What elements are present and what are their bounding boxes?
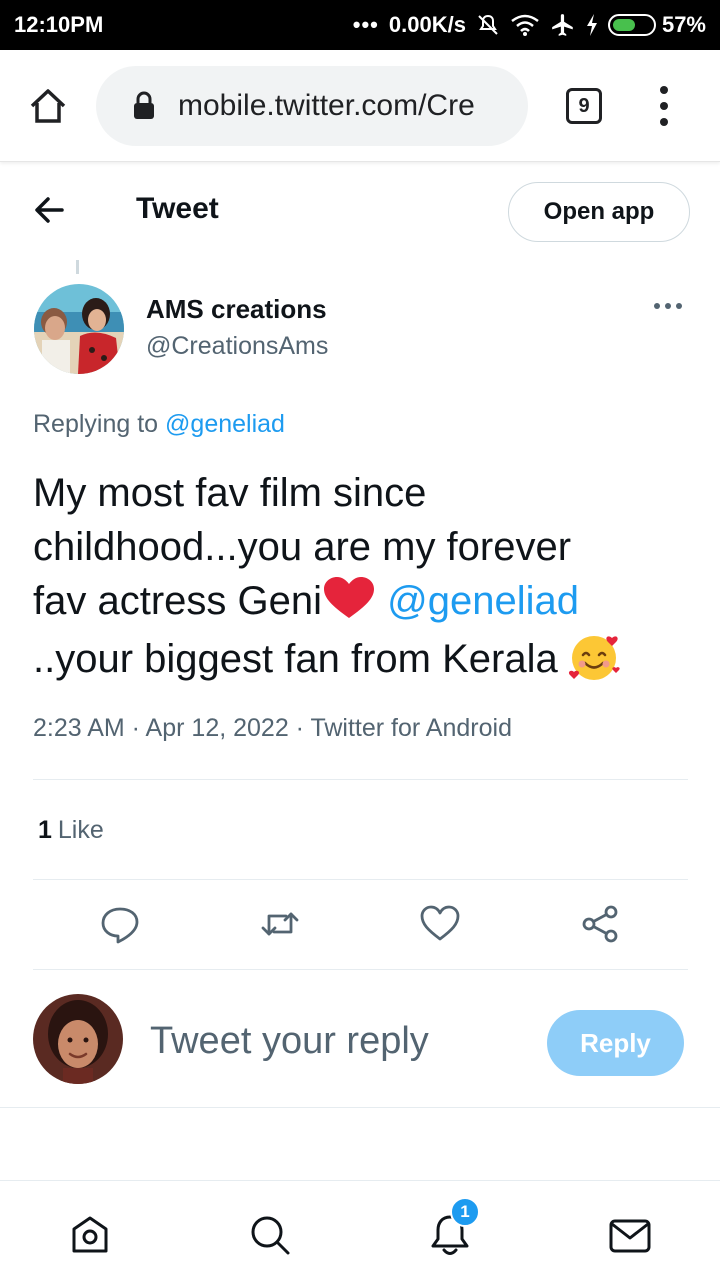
retweet-icon[interactable] [260, 904, 300, 944]
red-heart-emoji-icon [324, 577, 375, 618]
lock-icon [134, 91, 154, 119]
address-bar[interactable]: mobile.twitter.com/Cre [96, 66, 528, 146]
charging-icon [586, 14, 598, 36]
replying-mention-link[interactable]: @geneliad [165, 410, 285, 438]
status-right: ••• 0.00K/s 57% [353, 12, 706, 38]
mute-icon [476, 13, 500, 37]
airplane-icon [550, 12, 576, 38]
divider [33, 969, 688, 970]
dots-icon: ••• [352, 12, 379, 37]
divider [33, 879, 688, 880]
search-icon[interactable] [248, 1213, 292, 1257]
page-title: Tweet [136, 192, 219, 225]
smiling-face-with-hearts-emoji-icon [568, 636, 620, 680]
status-bar: 12:10PM ••• 0.00K/s 57% [0, 0, 720, 50]
wifi-icon [510, 13, 540, 37]
battery-percent: 57% [661, 12, 706, 37]
more-horizontal-icon[interactable] [654, 303, 682, 309]
tweet-text: My most fav film since childhood...you a… [33, 466, 693, 686]
battery-icon [607, 14, 656, 36]
author-name[interactable]: AMS creations [146, 294, 327, 325]
reply-icon[interactable] [100, 904, 140, 944]
tweet-text-line-4-text: ..your biggest fan from Kerala [33, 637, 558, 681]
home-icon[interactable] [28, 86, 68, 126]
battery-indicator: 57% [607, 12, 706, 38]
tweet-text-line-3: fav actress Geni @geneliad [33, 574, 693, 628]
url-text: mobile.twitter.com/Cre [178, 89, 475, 122]
network-speed: 0.00K/s [388, 12, 466, 37]
replying-prefix: Replying to [33, 410, 159, 438]
bottom-nav: 1 [0, 1180, 720, 1280]
home-icon[interactable] [68, 1213, 112, 1257]
tweet-header: Tweet Open app [0, 162, 720, 258]
more-vertical-icon[interactable] [654, 86, 674, 126]
status-time: 12:10PM [14, 12, 104, 37]
replying-to: Replying to @geneliad [33, 410, 285, 439]
thread-line [76, 260, 79, 274]
tweet-text-line-4: ..your biggest fan from Kerala [33, 628, 693, 686]
user-avatar[interactable] [33, 994, 123, 1084]
likes-count[interactable]: 1 Like [38, 816, 104, 845]
like-count-number: 1 [38, 816, 52, 844]
author-handle[interactable]: @CreationsAms [146, 332, 328, 361]
messages-icon[interactable] [608, 1213, 652, 1257]
notification-badge: 1 [450, 1197, 480, 1227]
browser-toolbar: mobile.twitter.com/Cre 9 [0, 50, 720, 162]
reply-input[interactable]: Tweet your reply [150, 1020, 429, 1063]
divider [33, 779, 688, 780]
author-avatar[interactable] [34, 284, 124, 374]
tweet-text-line-3-text: fav actress Geni [33, 579, 323, 623]
reply-button[interactable]: Reply [547, 1010, 684, 1076]
tweet-meta: 2:23 AM · Apr 12, 2022 · Twitter for And… [33, 714, 512, 742]
like-heart-icon[interactable] [420, 904, 460, 944]
tweet-mention-link[interactable]: @geneliad [387, 579, 579, 623]
divider [0, 1107, 720, 1108]
tweet-text-line-2: childhood...you are my forever [33, 525, 572, 569]
like-count-label: Like [57, 816, 104, 844]
tweet-text-line-1: My most fav film since [33, 471, 427, 515]
back-arrow-icon[interactable] [30, 192, 70, 228]
battery-fill [612, 19, 635, 31]
share-icon[interactable] [580, 904, 620, 944]
tab-switcher-button[interactable]: 9 [566, 88, 602, 124]
open-app-button[interactable]: Open app [508, 182, 690, 242]
